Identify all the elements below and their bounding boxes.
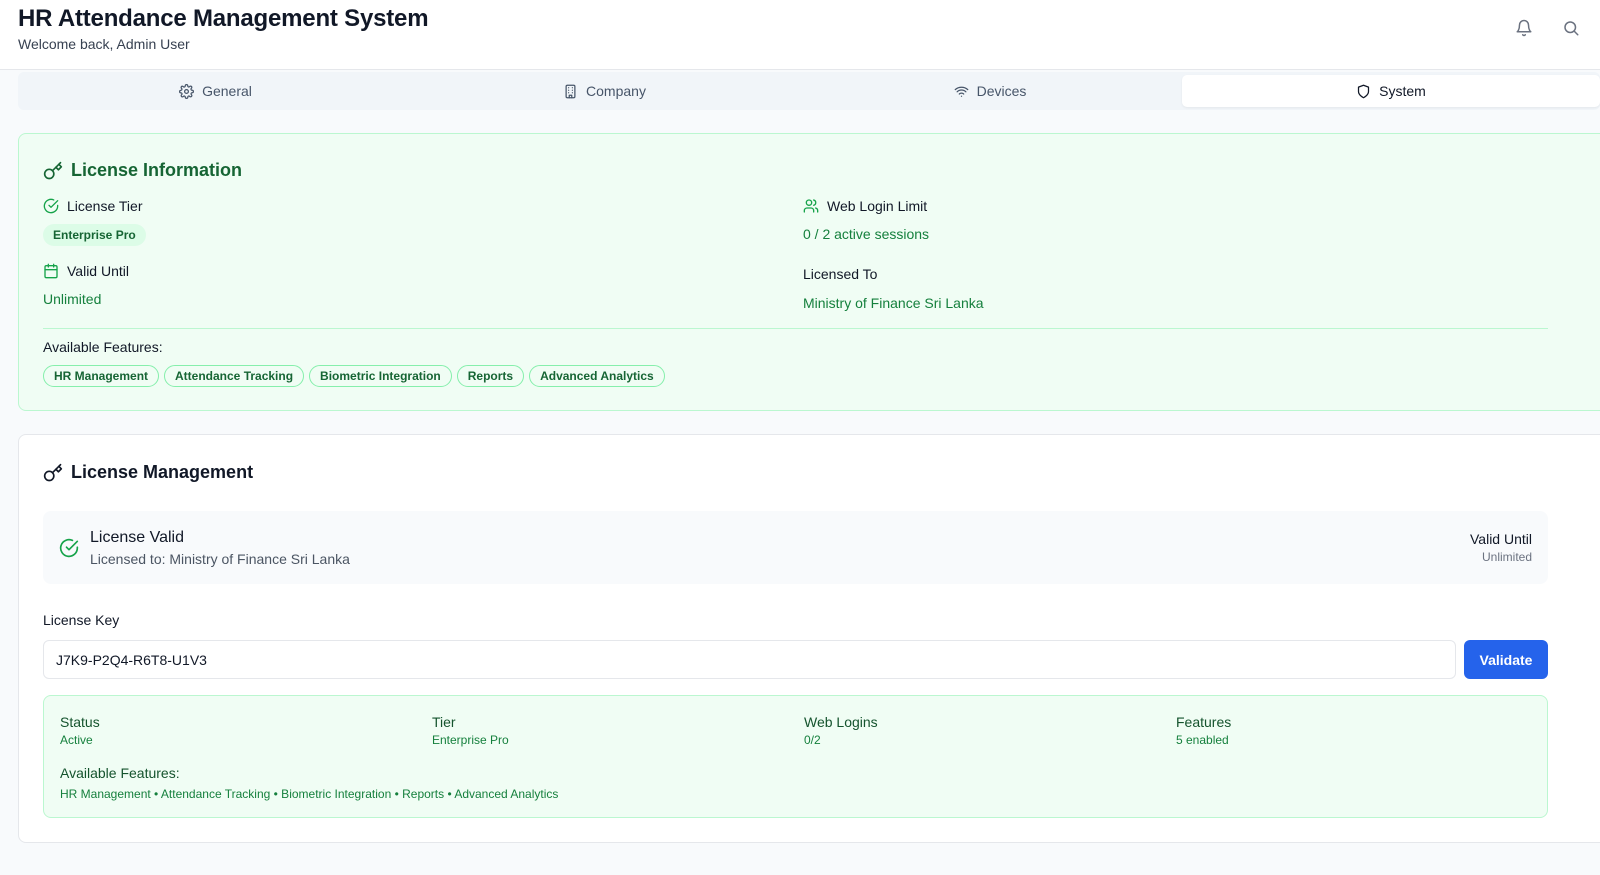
feature-chip: Attendance Tracking [164,365,305,387]
web-login-limit-label: Web Login Limit [803,198,927,214]
validate-button[interactable]: Validate [1464,640,1548,679]
tab-company[interactable]: Company [410,75,799,107]
license-management-title: License Management [43,462,253,483]
status-value: Active [60,733,93,747]
tab-label: Company [586,83,646,99]
license-information-title: License Information [43,160,242,181]
licensed-to-value: Ministry of Finance Sri Lanka [803,295,984,311]
valid-until-value: Unlimited [43,291,102,307]
license-information-card: License Information License Tier Enterpr… [18,133,1600,411]
license-key-input[interactable] [43,640,1456,679]
feature-chips: HR Management Attendance Tracking Biomet… [43,365,665,387]
app-title: HR Attendance Management System [18,5,429,32]
available-features-label: Available Features: [60,765,180,781]
web-logins-label: Web Logins [804,714,878,730]
check-circle-icon [59,538,79,558]
tier-value: Enterprise Pro [432,733,509,747]
tab-label: General [202,83,252,99]
section-heading: License Management [71,462,254,482]
feature-chip: Advanced Analytics [529,365,665,387]
license-status-panel: License Valid Licensed to: Ministry of F… [43,511,1548,584]
search-icon[interactable] [1562,19,1580,37]
tab-devices[interactable]: Devices [799,75,1181,107]
license-key-label: License Key [43,612,120,628]
license-status-subtitle: Licensed to: Ministry of Finance Sri Lan… [90,551,350,567]
key-icon [43,161,63,181]
license-tier-badge: Enterprise Pro [43,224,146,246]
license-tier-label: License Tier [43,198,142,214]
app-header: HR Attendance Management System Welcome … [0,0,1600,70]
valid-until-label: Valid Until [1470,531,1532,547]
features-value: 5 enabled [1176,733,1229,747]
wifi-icon [954,84,969,99]
section-heading: License Information [71,160,243,180]
tab-general[interactable]: General [21,75,410,107]
label-text: Valid Until [67,263,129,279]
feature-chip: Reports [456,365,525,387]
tab-label: Devices [976,83,1027,99]
feature-chip: Biometric Integration [309,365,452,387]
licensed-to-label: Licensed To [803,266,877,282]
divider [43,328,1548,329]
web-logins-value: 0/2 [804,733,821,747]
license-management-card: License Management License Valid License… [18,434,1600,843]
status-label: Status [60,714,100,730]
license-status-title: License Valid [90,529,184,546]
tab-system[interactable]: System [1182,75,1600,107]
valid-until-label: Valid Until [43,263,129,279]
gear-icon [179,83,195,99]
settings-tabs: General Company Devices System [18,72,1600,110]
welcome-text: Welcome back, Admin User [18,36,190,52]
label-text: License Tier [67,198,143,214]
key-icon [43,463,63,483]
tab-label: System [1379,83,1426,99]
building-icon [563,84,578,99]
valid-until-value: Unlimited [1481,550,1532,564]
calendar-icon [43,263,59,279]
features-label: Features [1176,714,1232,730]
web-login-limit-value: 0 / 2 active sessions [803,226,930,242]
available-features-label: Available Features: [43,339,163,355]
shield-icon [1356,84,1371,99]
check-circle-icon [43,198,59,214]
tier-label: Tier [432,714,456,730]
label-text: Licensed To [803,266,878,282]
label-text: Web Login Limit [827,198,928,214]
users-icon [803,198,819,214]
available-features-list: HR Management • Attendance Tracking • Bi… [60,787,559,801]
license-summary-panel: Status Active Tier Enterprise Pro Web Lo… [43,695,1548,818]
feature-chip: HR Management [43,365,160,387]
bell-icon[interactable] [1515,19,1533,37]
